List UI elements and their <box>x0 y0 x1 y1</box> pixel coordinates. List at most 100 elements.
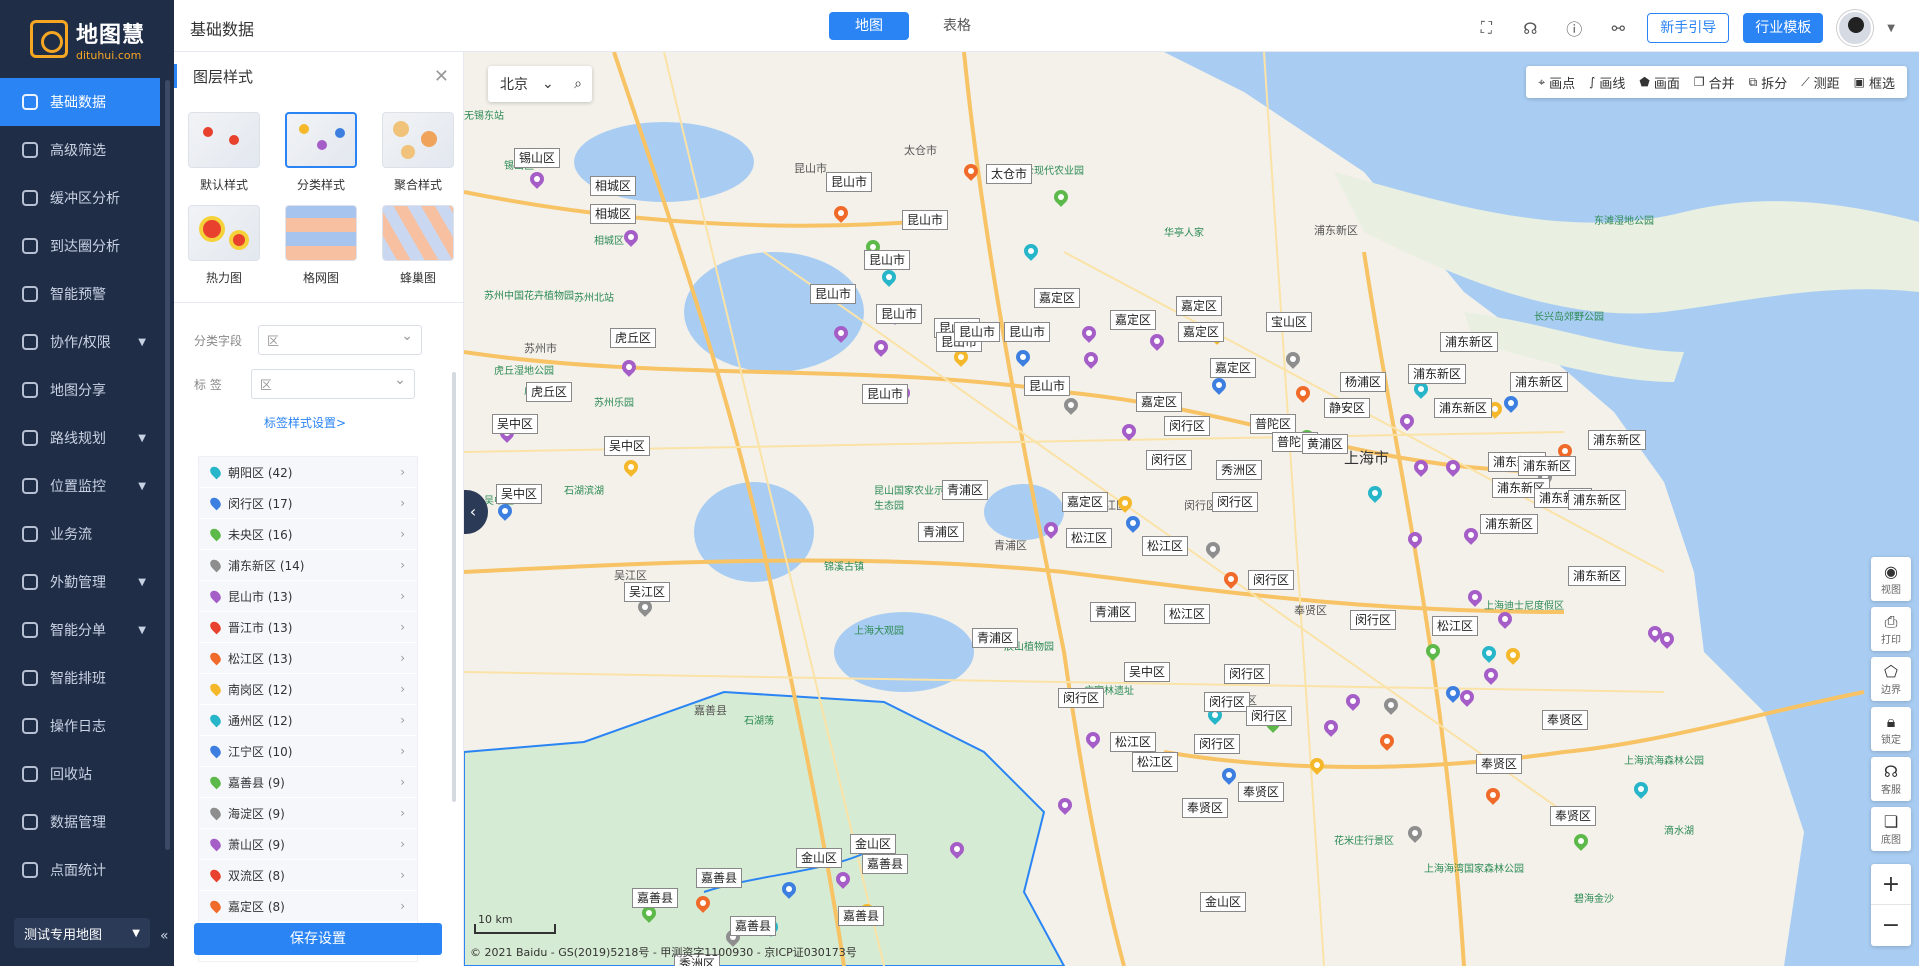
lock-tool[interactable]: 🔒︎ 锁定 <box>1871 707 1911 751</box>
box-select-tool[interactable]: ▣ 框选 <box>1854 73 1895 92</box>
map-marker-icon[interactable] <box>1384 698 1398 716</box>
draw-point-tool[interactable]: ⌖ 画点 <box>1538 73 1575 92</box>
region-label[interactable]: 闵行区 <box>1204 692 1251 712</box>
region-label[interactable]: 浦东新区 <box>1568 490 1627 510</box>
map-marker-icon[interactable] <box>1310 758 1324 776</box>
region-label[interactable]: 嘉定区 <box>1136 392 1183 412</box>
map-marker-icon[interactable] <box>836 872 850 890</box>
region-label[interactable]: 吴中区 <box>604 436 651 456</box>
region-label[interactable]: 松江区 <box>1132 752 1179 772</box>
nav-item[interactable]: 数据管理 <box>0 798 174 846</box>
map-marker-icon[interactable] <box>1486 788 1500 806</box>
region-label[interactable]: 松江区 <box>1142 536 1189 556</box>
avatar[interactable] <box>1837 10 1874 46</box>
region-label[interactable]: 黄浦区 <box>1302 434 1349 454</box>
region-label[interactable]: 嘉定区 <box>1178 322 1225 342</box>
category-row[interactable]: 浦东新区 (14) › <box>199 550 417 581</box>
region-label[interactable]: 闵行区 <box>1164 416 1211 436</box>
map-marker-icon[interactable] <box>1504 396 1518 414</box>
region-label[interactable]: 嘉善县 <box>696 868 743 888</box>
style-cluster[interactable]: 聚合样式 <box>378 112 458 193</box>
region-label[interactable]: 松江区 <box>1164 604 1211 624</box>
region-label[interactable]: 昆山市 <box>810 284 857 304</box>
region-label[interactable]: 浦东新区 <box>1510 372 1569 392</box>
style-grid[interactable]: 格网图 <box>281 205 361 286</box>
region-label[interactable]: 锡山区 <box>514 148 561 168</box>
region-label[interactable]: 奉贤区 <box>1182 798 1229 818</box>
map-marker-icon[interactable] <box>1400 414 1414 432</box>
map-marker-icon[interactable] <box>1634 782 1648 800</box>
region-label[interactable]: 昆山市 <box>862 384 909 404</box>
map-marker-icon[interactable] <box>696 896 710 914</box>
region-label[interactable]: 昆山市 <box>954 322 1001 342</box>
category-row[interactable]: 双流区 (8) › <box>199 860 417 891</box>
guide-button[interactable]: 新手引导 <box>1647 13 1730 43</box>
region-label[interactable]: 嘉定区 <box>1210 358 1257 378</box>
view-tool[interactable]: ◉ 视图 <box>1871 557 1911 601</box>
category-row[interactable]: 南岗区 (12) › <box>199 674 417 705</box>
region-label[interactable]: 闵行区 <box>1194 734 1241 754</box>
map-marker-icon[interactable] <box>1346 694 1360 712</box>
region-label[interactable]: 浦东新区 <box>1408 364 1467 384</box>
industry-template-button[interactable]: 行业模板 <box>1743 13 1824 43</box>
region-label[interactable]: 奉贤区 <box>1542 710 1589 730</box>
map-marker-icon[interactable] <box>1482 646 1496 664</box>
nav-item[interactable]: 基础数据 <box>0 78 160 126</box>
support-tool[interactable]: ☊ 客服 <box>1871 757 1911 801</box>
category-row[interactable]: 海淀区 (9) › <box>199 798 417 829</box>
map-marker-icon[interactable] <box>1324 720 1338 738</box>
map-marker-icon[interactable] <box>1150 334 1164 352</box>
map-marker-icon[interactable] <box>1468 590 1482 608</box>
region-label[interactable]: 浦东新区 <box>1568 566 1627 586</box>
map-marker-icon[interactable] <box>882 270 896 288</box>
measure-tool[interactable]: ⟋ 测距 <box>1801 73 1839 92</box>
map-selector[interactable]: 测试专用地图 ▼ <box>14 918 150 948</box>
region-label[interactable]: 吴江区 <box>624 582 671 602</box>
map-marker-icon[interactable] <box>624 230 638 248</box>
region-label[interactable]: 宝山区 <box>1266 312 1313 332</box>
map-marker-icon[interactable] <box>624 460 638 478</box>
region-label[interactable]: 昆山市 <box>876 304 923 324</box>
nav-item[interactable]: 智能预警 <box>0 270 174 318</box>
map-marker-icon[interactable] <box>1408 826 1422 844</box>
map-marker-icon[interactable] <box>1484 668 1498 686</box>
map-marker-icon[interactable] <box>950 842 964 860</box>
draw-polygon-tool[interactable]: ⬟ 画面 <box>1639 73 1679 92</box>
region-label[interactable]: 嘉善县 <box>730 916 777 936</box>
nav-item[interactable]: 回收站 <box>0 750 174 798</box>
category-row[interactable]: 通州区 (12) › <box>199 705 417 736</box>
nav-item[interactable]: 地图分享 <box>0 366 174 414</box>
map-marker-icon[interactable] <box>530 172 544 190</box>
region-label[interactable]: 秀洲区 <box>1216 460 1263 480</box>
map-marker-icon[interactable] <box>1426 644 1440 662</box>
map-marker-icon[interactable] <box>1224 572 1238 590</box>
style-default[interactable]: 默认样式 <box>184 112 264 193</box>
category-row[interactable]: 嘉定区 (8) › <box>199 891 417 922</box>
region-label[interactable]: 昆山市 <box>1004 322 1051 342</box>
zoom-in-button[interactable]: + <box>1871 864 1911 905</box>
nav-item[interactable]: 到达圈分析 <box>0 222 174 270</box>
map-marker-icon[interactable] <box>1446 686 1460 704</box>
tag-style-settings-link[interactable]: 标签样式设置> <box>264 414 346 431</box>
region-label[interactable]: 浦东新区 <box>1440 332 1499 352</box>
region-label[interactable]: 吴中区 <box>492 414 539 434</box>
map-marker-icon[interactable] <box>642 906 656 924</box>
city-selector[interactable]: 北京 ⌄ ⌕ <box>488 66 592 102</box>
print-tool[interactable]: ⎙ 打印 <box>1871 607 1911 651</box>
headset-icon[interactable]: ☊ <box>1515 13 1545 43</box>
merge-tool[interactable]: ❐ 合并 <box>1694 73 1735 92</box>
region-label[interactable]: 虎丘区 <box>610 328 657 348</box>
nav-scrollbar[interactable] <box>165 80 170 850</box>
region-label[interactable]: 昆山市 <box>826 172 873 192</box>
map-marker-icon[interactable] <box>1464 528 1478 546</box>
region-label[interactable]: 金山区 <box>850 834 897 854</box>
region-label[interactable]: 金山区 <box>796 848 843 868</box>
map-marker-icon[interactable] <box>874 340 888 358</box>
region-label[interactable]: 松江区 <box>1110 732 1157 752</box>
category-row[interactable]: 朝阳区 (42) › <box>199 457 417 488</box>
share-icon[interactable]: ⚯ <box>1603 13 1633 43</box>
region-label[interactable]: 青浦区 <box>942 480 989 500</box>
nav-item[interactable]: 外勤管理 ▼ <box>0 558 174 606</box>
map-marker-icon[interactable] <box>1044 522 1058 540</box>
nav-item[interactable]: 点面统计 <box>0 846 174 894</box>
